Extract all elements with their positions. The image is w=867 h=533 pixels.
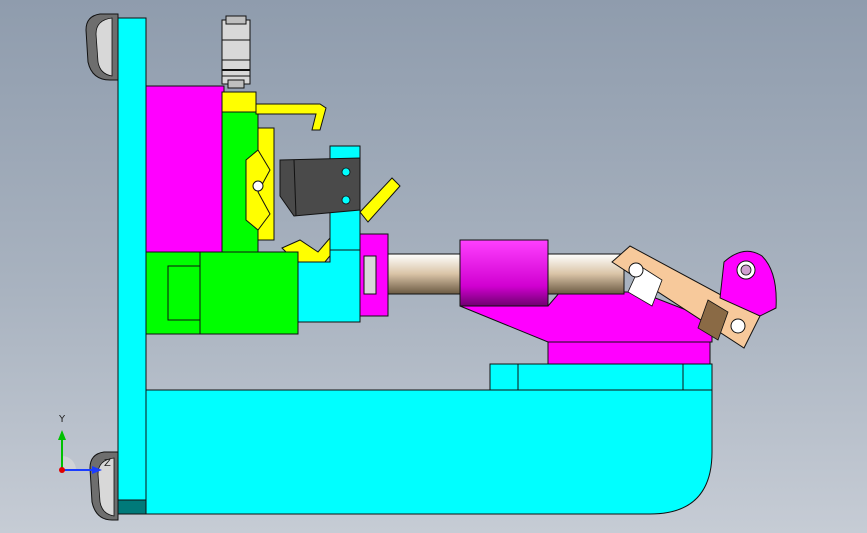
y-axis-label: Y [59, 414, 66, 425]
horizontal-base[interactable] [145, 389, 713, 515]
slide-block[interactable] [547, 341, 711, 365]
micrometer-adjuster[interactable] [221, 15, 251, 89]
yellow-clamp-arm[interactable] [255, 103, 327, 131]
z-axis-arrow [92, 466, 102, 474]
y-axis-arrow [58, 430, 66, 440]
origin-dot [59, 467, 65, 473]
z-axis-label: Z [104, 458, 111, 469]
yellow-cap[interactable] [221, 91, 257, 113]
upper-magenta-block[interactable] [145, 85, 225, 253]
yellow-angled-arm[interactable] [359, 177, 401, 223]
rail-block[interactable] [489, 363, 713, 391]
top-foot-pad[interactable] [85, 13, 119, 81]
base-plate-end-block[interactable] [117, 499, 147, 515]
clamp-jaw[interactable] [279, 157, 361, 217]
cylinder-sleeve[interactable] [459, 239, 549, 307]
cad-viewport[interactable]: Y Z [0, 0, 867, 533]
coordinate-triad: Y Z [40, 400, 120, 490]
vertical-base-plate[interactable] [117, 17, 147, 515]
fixture-model[interactable] [0, 0, 867, 533]
triad-axes [58, 430, 102, 474]
